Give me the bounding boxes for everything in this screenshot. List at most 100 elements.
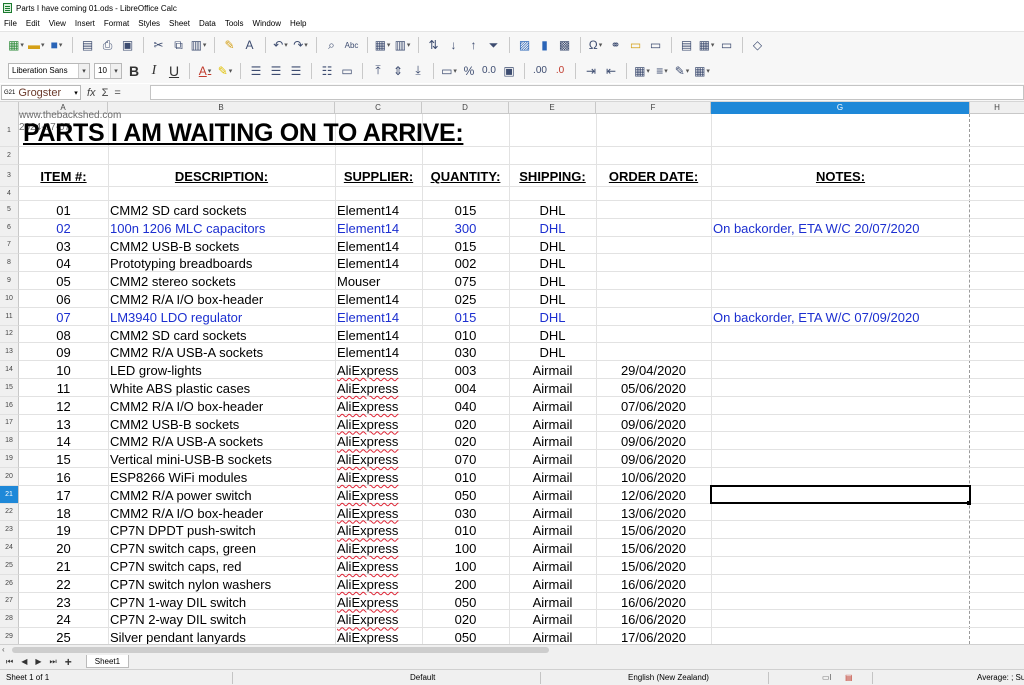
cell-supplier[interactable]: AliExpress (337, 489, 422, 502)
highlight-color-icon[interactable]: ✎ (217, 62, 233, 80)
menu-view[interactable]: View (49, 19, 66, 28)
cell-supplier[interactable]: Element14 (337, 293, 422, 306)
cell-date[interactable]: 13/06/2020 (596, 507, 711, 520)
merge-center-icon[interactable]: ▭ (339, 62, 355, 80)
row-header-9[interactable]: 9 (0, 272, 19, 290)
cell-supplier[interactable]: AliExpress (337, 435, 422, 448)
cell-ship[interactable]: Airmail (509, 560, 596, 573)
cell-supplier[interactable]: AliExpress (337, 542, 422, 555)
cell-desc[interactable]: CMM2 R/A I/O box-header (110, 293, 335, 306)
cell-date[interactable]: 16/06/2020 (596, 578, 711, 591)
cell-qty[interactable]: 002 (422, 257, 509, 270)
cell-desc[interactable]: CMM2 SD card sockets (110, 329, 335, 342)
cell-item[interactable]: 22 (19, 578, 108, 591)
row-header-1[interactable]: 1 (0, 114, 19, 147)
cell-qty[interactable]: 004 (422, 382, 509, 395)
row-header-14[interactable]: 14 (0, 361, 19, 379)
cell-item[interactable]: 14 (19, 435, 108, 448)
cell-desc[interactable]: CMM2 USB-B sockets (110, 418, 335, 431)
cell-desc[interactable]: Vertical mini-USB-B sockets (110, 453, 335, 466)
cell-supplier[interactable]: AliExpress (337, 524, 422, 537)
font-color-icon[interactable]: A (197, 62, 213, 80)
menu-help[interactable]: Help (290, 19, 306, 28)
cell-supplier[interactable]: Element14 (337, 204, 422, 217)
cell-date[interactable]: 09/06/2020 (596, 418, 711, 431)
decrease-indent-icon[interactable]: ⇤ (603, 62, 619, 80)
cell-ship[interactable]: DHL (509, 240, 596, 253)
cell-supplier[interactable]: AliExpress (337, 613, 422, 626)
cell-desc[interactable]: Silver pendant lanyards (110, 631, 335, 644)
selected-cell[interactable] (710, 485, 971, 504)
cell-supplier[interactable]: AliExpress (337, 453, 422, 466)
cell-item[interactable]: 16 (19, 471, 108, 484)
column-header-d[interactable]: D (422, 102, 509, 114)
cell-supplier[interactable]: AliExpress (337, 418, 422, 431)
equals-icon[interactable]: = (114, 87, 120, 99)
cell-ship[interactable]: Airmail (509, 578, 596, 591)
cell-date[interactable]: 15/06/2020 (596, 560, 711, 573)
cell-desc[interactable]: CP7N switch caps, green (110, 542, 335, 555)
align-bottom-icon[interactable]: ⤓ (410, 62, 426, 80)
row-header-19[interactable]: 19 (0, 450, 19, 468)
print-preview-icon[interactable]: ▣ (120, 36, 136, 54)
cell-ship[interactable]: Airmail (509, 613, 596, 626)
cell-ship[interactable]: Airmail (509, 382, 596, 395)
row-header-27[interactable]: 27 (0, 592, 19, 611)
cell-item[interactable]: 17 (19, 489, 108, 502)
cell-date[interactable]: 07/06/2020 (596, 400, 711, 413)
cell-ship[interactable]: DHL (509, 257, 596, 270)
row-header-22[interactable]: 22 (0, 503, 19, 522)
cell-qty[interactable]: 010 (422, 471, 509, 484)
cell-qty[interactable]: 050 (422, 596, 509, 609)
column-icon[interactable]: ▥ (395, 36, 411, 54)
cell-qty[interactable]: 040 (422, 400, 509, 413)
cell-item[interactable]: 03 (19, 240, 108, 253)
percent-format-icon[interactable]: % (461, 62, 477, 80)
cell-desc[interactable]: CMM2 R/A USB-A sockets (110, 435, 335, 448)
cell-item[interactable]: 24 (19, 613, 108, 626)
delete-decimal-icon[interactable]: .0 (552, 62, 568, 80)
paste-icon[interactable]: ▥ (191, 36, 207, 54)
cell-date[interactable]: 15/06/2020 (596, 524, 711, 537)
cell-ship[interactable]: Airmail (509, 418, 596, 431)
menu-edit[interactable]: Edit (26, 19, 40, 28)
scroll-left-arrow-icon[interactable]: ‹ (2, 645, 5, 654)
row-header-21[interactable]: 21 (0, 485, 19, 504)
cell-supplier[interactable]: AliExpress (337, 507, 422, 520)
column-header-h[interactable]: H (970, 102, 1024, 114)
cell-qty[interactable]: 075 (422, 275, 509, 288)
split-window-icon[interactable]: ▭ (719, 36, 735, 54)
cell-supplier[interactable]: AliExpress (337, 596, 422, 609)
special-character-icon[interactable]: Ω (588, 36, 604, 54)
selection-mode-icon[interactable]: ▭I (822, 673, 832, 682)
cell-ship[interactable]: Airmail (509, 435, 596, 448)
cell-qty[interactable]: 100 (422, 560, 509, 573)
comment-icon[interactable]: ▭ (628, 36, 644, 54)
headers-footers-icon[interactable]: ▭ (648, 36, 664, 54)
next-sheet-icon[interactable]: ▶ (35, 657, 41, 666)
cell-ship[interactable]: Airmail (509, 471, 596, 484)
menu-styles[interactable]: Styles (138, 19, 160, 28)
scrollbar-thumb[interactable] (12, 647, 549, 653)
row-header-2[interactable]: 2 (0, 147, 19, 165)
cell-supplier[interactable]: Element14 (337, 222, 422, 235)
cell-item[interactable]: 13 (19, 418, 108, 431)
conditional-format-icon[interactable]: ▦ (694, 62, 710, 80)
cell-qty[interactable]: 300 (422, 222, 509, 235)
last-sheet-icon[interactable]: ⏭ (50, 657, 57, 667)
cell-supplier[interactable]: AliExpress (337, 382, 422, 395)
cell-ship[interactable]: Airmail (509, 400, 596, 413)
cell-ship[interactable]: DHL (509, 311, 596, 324)
cell-item[interactable]: 04 (19, 257, 108, 270)
row-header-26[interactable]: 26 (0, 574, 19, 593)
cell-supplier[interactable]: AliExpress (337, 560, 422, 573)
cell-ship[interactable]: Airmail (509, 453, 596, 466)
redo-icon[interactable]: ↷ (293, 36, 309, 54)
cell-desc[interactable]: CP7N switch caps, red (110, 560, 335, 573)
sheet-tab-sheet1[interactable]: Sheet1 (85, 655, 130, 668)
menu-window[interactable]: Window (253, 19, 281, 28)
cell-desc[interactable]: 100n 1206 MLC capacitors (110, 222, 335, 235)
font-name-box[interactable]: Liberation Sans (8, 62, 90, 79)
border-color-icon[interactable]: ✎ (674, 62, 690, 80)
number-format-icon[interactable]: 0.0 (481, 62, 497, 80)
